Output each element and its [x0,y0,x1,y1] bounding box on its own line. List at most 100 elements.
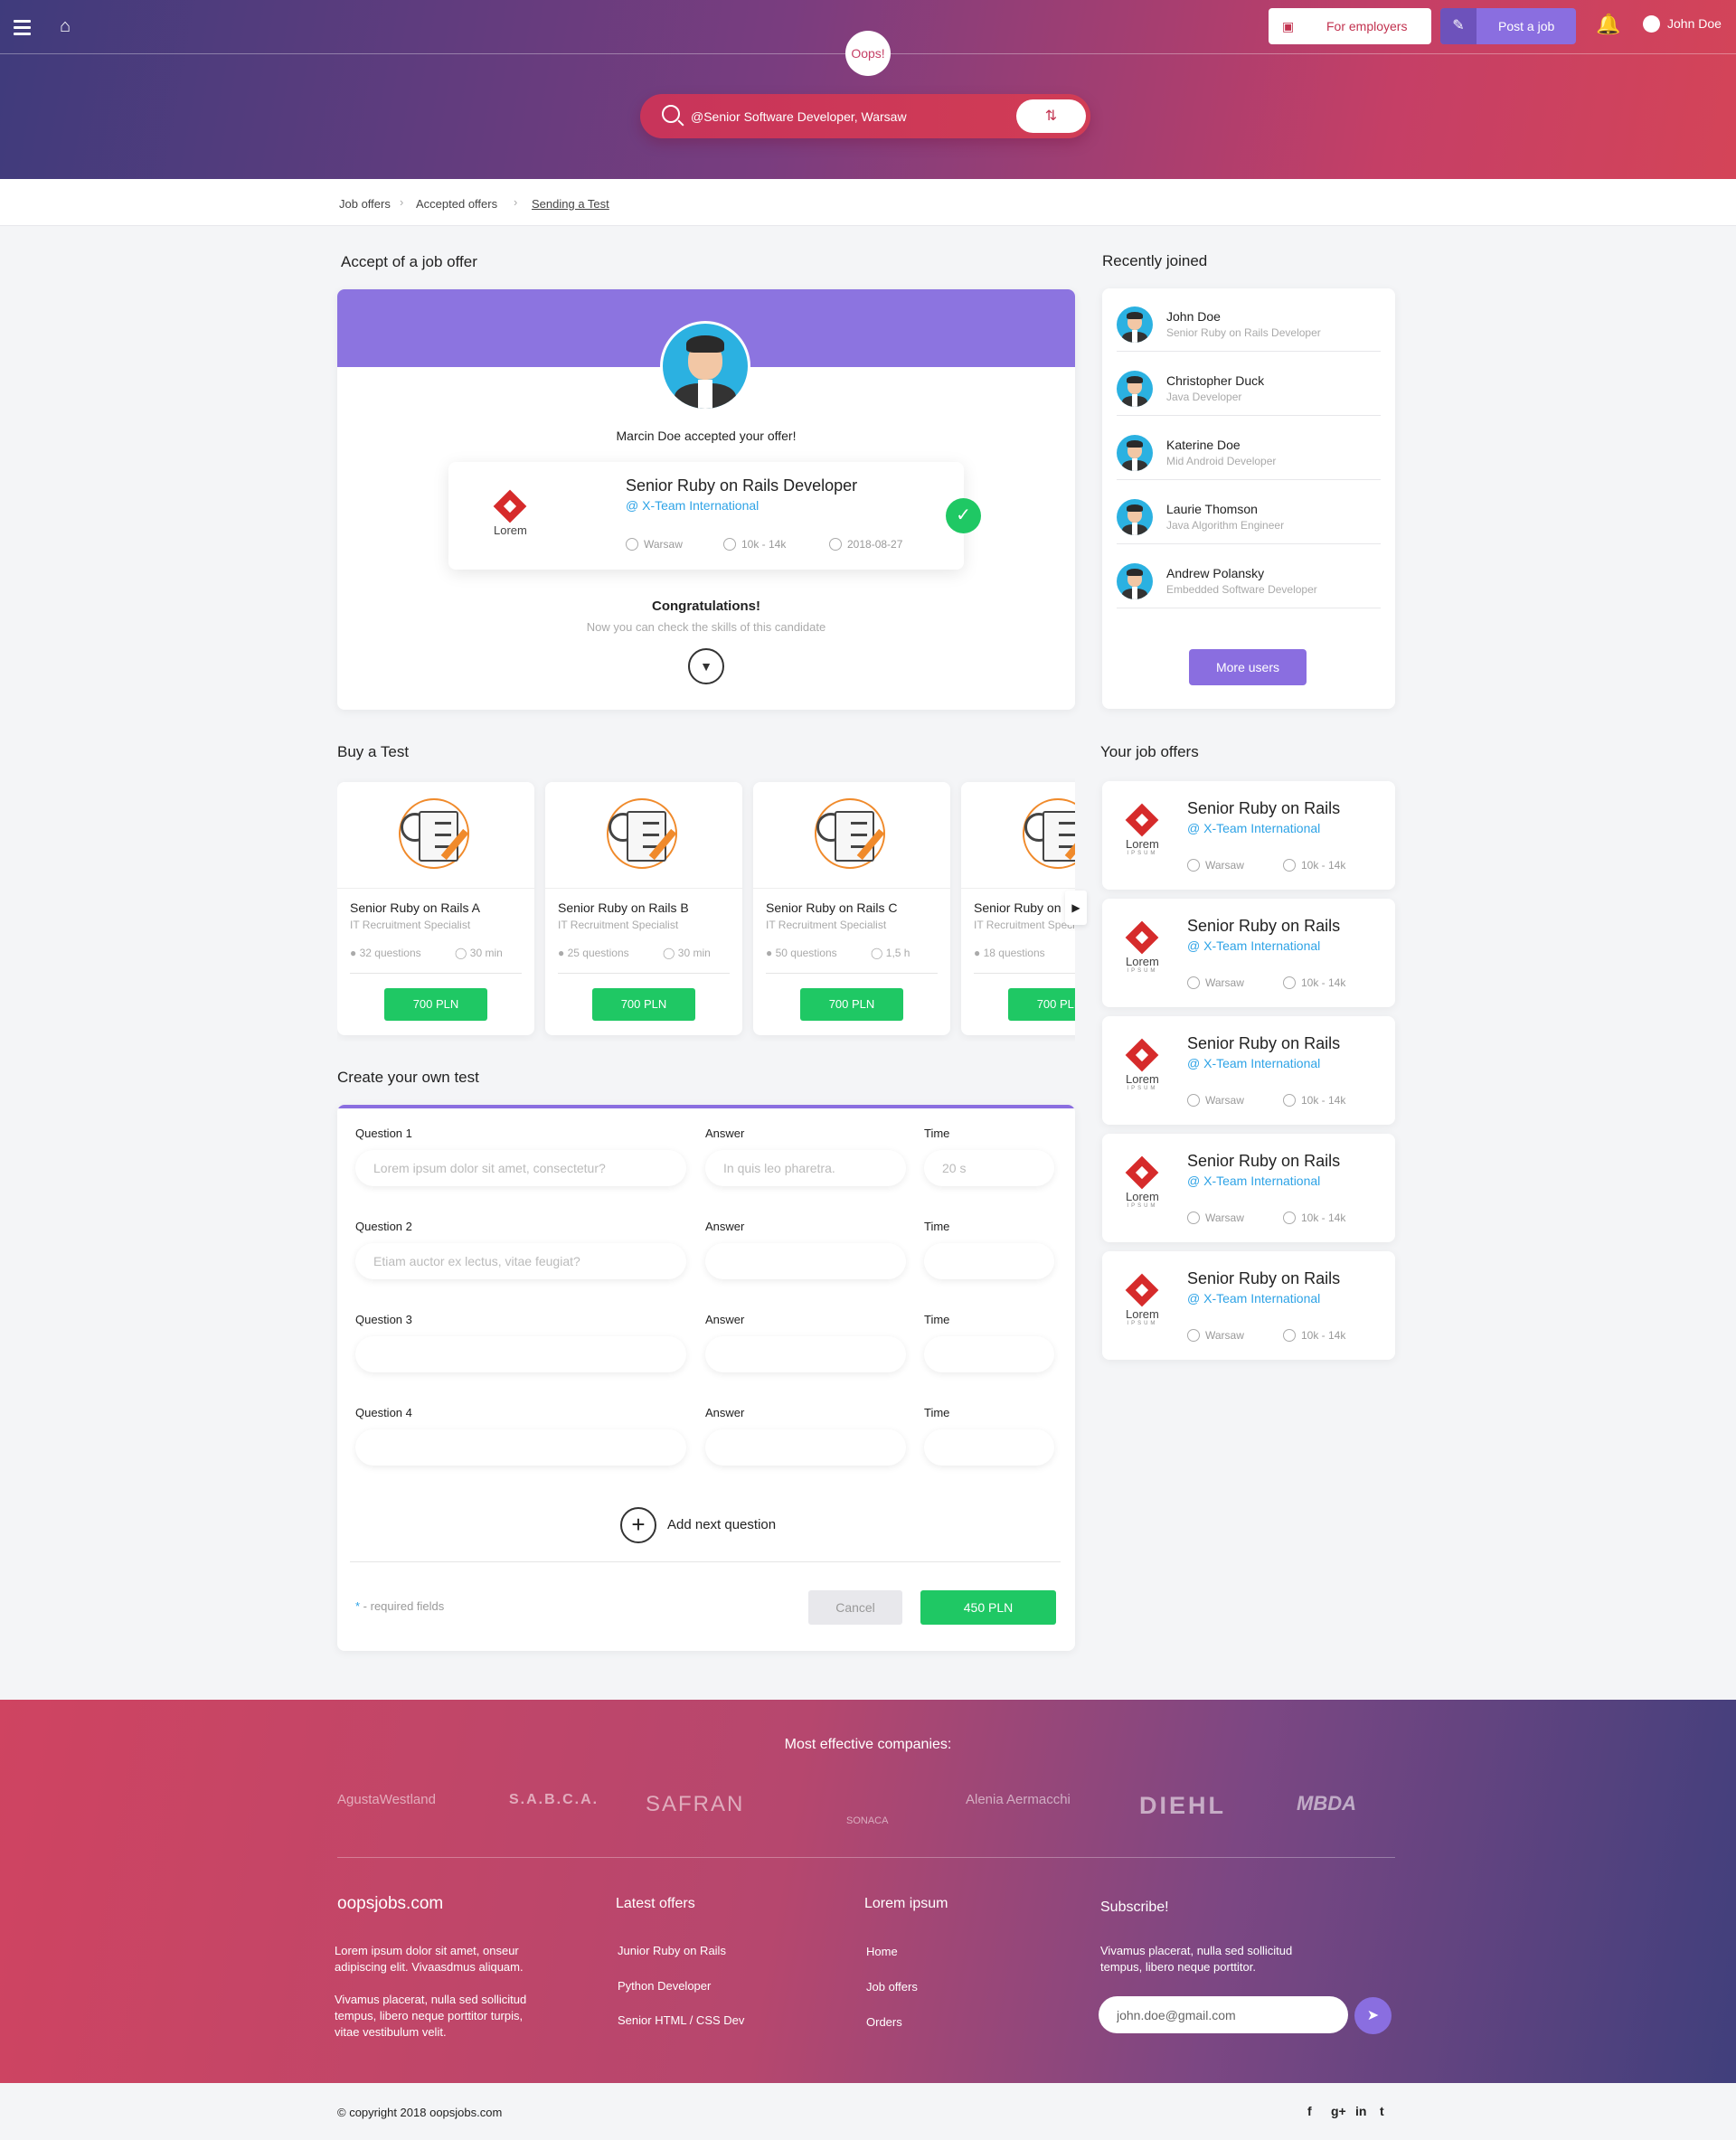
time-input[interactable] [924,1429,1054,1466]
post-job-button[interactable]: ✎ Post a job [1440,8,1576,44]
latest-offers-title: Latest offers [616,1896,695,1911]
accepted-job-company[interactable]: @ X-Team International [626,498,759,513]
company-logo-safran: SAFRAN [646,1792,745,1816]
accepted-job-card[interactable]: Lorem Senior Ruby on Rails Developer @ X… [448,462,964,570]
test-subtitle: IT Recruitment Specialist [974,919,1075,931]
offer-company[interactable]: @ X-Team International [1187,938,1320,953]
breadcrumb-sending-test[interactable]: Sending a Test [532,197,609,211]
menu-icon[interactable] [14,20,31,39]
offer-company[interactable]: @ X-Team International [1187,1056,1320,1070]
recent-user-name: Andrew Polansky [1166,566,1265,580]
test-card[interactable]: Senior Ruby on Rails C IT Recruitment Sp… [753,782,950,1035]
user-menu[interactable]: John Doe [1643,15,1722,33]
list-item[interactable]: Christopher Duck Java Developer [1117,353,1381,416]
question-input[interactable] [355,1150,686,1186]
subscribe-email-input[interactable] [1099,1996,1348,2033]
send-paper-plane-icon[interactable]: ➤ [1354,1997,1392,2034]
time-input[interactable] [924,1243,1054,1279]
test-questions: ● 50 questions [766,947,837,959]
clock-icon: ◯ [455,947,470,959]
test-time: ◯ 30 min [663,947,711,959]
footer-link[interactable]: Junior Ruby on Rails [618,1944,726,1957]
logo[interactable]: Oops! [845,31,891,76]
recent-user-job: Embedded Software Developer [1166,583,1317,596]
dollar-icon [1283,1211,1296,1224]
company-logo-sonaca: SONACA [846,1815,889,1826]
pay-button[interactable]: 450 PLN [920,1590,1056,1625]
job-offer-card[interactable]: Lorem IPSUM Senior Ruby on Rails @ X-Team… [1102,1134,1395,1242]
answer-input[interactable] [705,1336,906,1372]
company-logo-mbda: MBDA [1297,1792,1356,1815]
test-title: Senior Ruby on Rails C [766,900,898,915]
question-label: Question 2 [355,1220,412,1233]
list-item[interactable]: Andrew Polansky Embedded Software Develo… [1117,545,1381,608]
subscribe-text: Vivamus placerat, nulla sed sollicitud t… [1100,1944,1293,1974]
linkedin-icon[interactable]: in [1355,2104,1366,2118]
test-illustration [337,782,534,889]
company-logo: Lorem IPSUM [1126,920,1159,974]
offer-title: Senior Ruby on Rails [1187,1152,1341,1170]
job-offer-card[interactable]: Lorem IPSUM Senior Ruby on Rails @ X-Team… [1102,1016,1395,1125]
companies-title: Most effective companies: [784,1737,952,1752]
list-item[interactable]: John Doe Senior Ruby on Rails Developer [1117,288,1381,352]
search-input[interactable] [691,105,1016,127]
twitter-icon[interactable]: t [1380,2104,1384,2118]
more-users-button[interactable]: More users [1189,649,1307,685]
test-title: Senior Ruby on Rails D [974,900,1075,915]
company-logo-agustawestland: AgustaWestland [337,1792,436,1807]
recent-user-name: Christopher Duck [1166,373,1265,388]
offer-company[interactable]: @ X-Team International [1187,1291,1320,1306]
offer-location: Warsaw [1187,1094,1244,1107]
question-input[interactable] [355,1243,686,1279]
test-card[interactable]: Senior Ruby on Rails A IT Recruitment Sp… [337,782,534,1035]
footer-link-job-offers[interactable]: Job offers [866,1980,918,1994]
create-test-form: Question 1 Answer Time Question 2 Answer… [337,1105,1075,1651]
expand-chevron-down-icon[interactable]: ▼ [688,648,724,684]
home-icon[interactable]: ⌂ [60,16,71,37]
subscribe-title: Subscribe! [1100,1900,1169,1915]
test-card[interactable]: Senior Ruby on Rails D IT Recruitment Sp… [961,782,1075,1035]
question-input[interactable] [355,1429,686,1466]
job-offer-card[interactable]: Lorem IPSUM Senior Ruby on Rails @ X-Team… [1102,781,1395,890]
for-employers-button[interactable]: ▣ For employers [1269,8,1431,44]
answer-input[interactable] [705,1150,906,1186]
footer-link-orders[interactable]: Orders [866,2015,902,2029]
offer-company[interactable]: @ X-Team International [1187,821,1320,835]
offer-company[interactable]: @ X-Team International [1187,1174,1320,1188]
offer-title: Senior Ruby on Rails [1187,1034,1341,1052]
candidate-avatar [660,321,750,411]
answer-input[interactable] [705,1429,906,1466]
search-bar: ⇅ [640,94,1090,138]
footer-link[interactable]: Python Developer [618,1979,711,1993]
carousel-next-arrow-icon[interactable]: ▶ [1065,891,1087,925]
for-employers-label: For employers [1326,19,1408,33]
post-job-label: Post a job [1498,19,1555,33]
buy-test-button[interactable]: 700 PLN [1008,988,1075,1021]
list-item[interactable]: Katerine Doe Mid Android Developer [1117,417,1381,480]
test-card[interactable]: Senior Ruby on Rails B IT Recruitment Sp… [545,782,742,1035]
time-input[interactable] [924,1336,1054,1372]
job-offer-card[interactable]: Lorem IPSUM Senior Ruby on Rails @ X-Team… [1102,899,1395,1007]
buy-test-button[interactable]: 700 PLN [592,988,695,1021]
answer-input[interactable] [705,1243,906,1279]
answer-label: Answer [705,1220,745,1233]
list-item[interactable]: Laurie Thomson Java Algorithm Engineer [1117,481,1381,544]
notification-bell-icon[interactable]: 🔔 [1596,13,1620,36]
filter-icon[interactable]: ⇅ [1016,99,1086,133]
job-offer-card[interactable]: Lorem IPSUM Senior Ruby on Rails @ X-Team… [1102,1251,1395,1360]
question-input[interactable] [355,1336,686,1372]
facebook-icon[interactable]: f [1307,2104,1312,2118]
footer-link-home[interactable]: Home [866,1945,898,1958]
breadcrumb-job-offers[interactable]: Job offers [339,197,391,211]
buy-test-button[interactable]: 700 PLN [384,988,487,1021]
google-plus-icon[interactable]: g+ [1331,2104,1346,2118]
cancel-button[interactable]: Cancel [808,1590,902,1625]
pin-icon: ● [766,947,776,959]
copyright-bar [0,2083,1736,2140]
add-question-button[interactable]: + Add next question [620,1507,776,1543]
breadcrumb-accepted-offers[interactable]: Accepted offers [416,197,497,211]
job-date: 2018-08-27 [829,538,902,551]
buy-test-button[interactable]: 700 PLN [800,988,903,1021]
footer-link[interactable]: Senior HTML / CSS Dev [618,2013,744,2027]
time-input[interactable] [924,1150,1054,1186]
